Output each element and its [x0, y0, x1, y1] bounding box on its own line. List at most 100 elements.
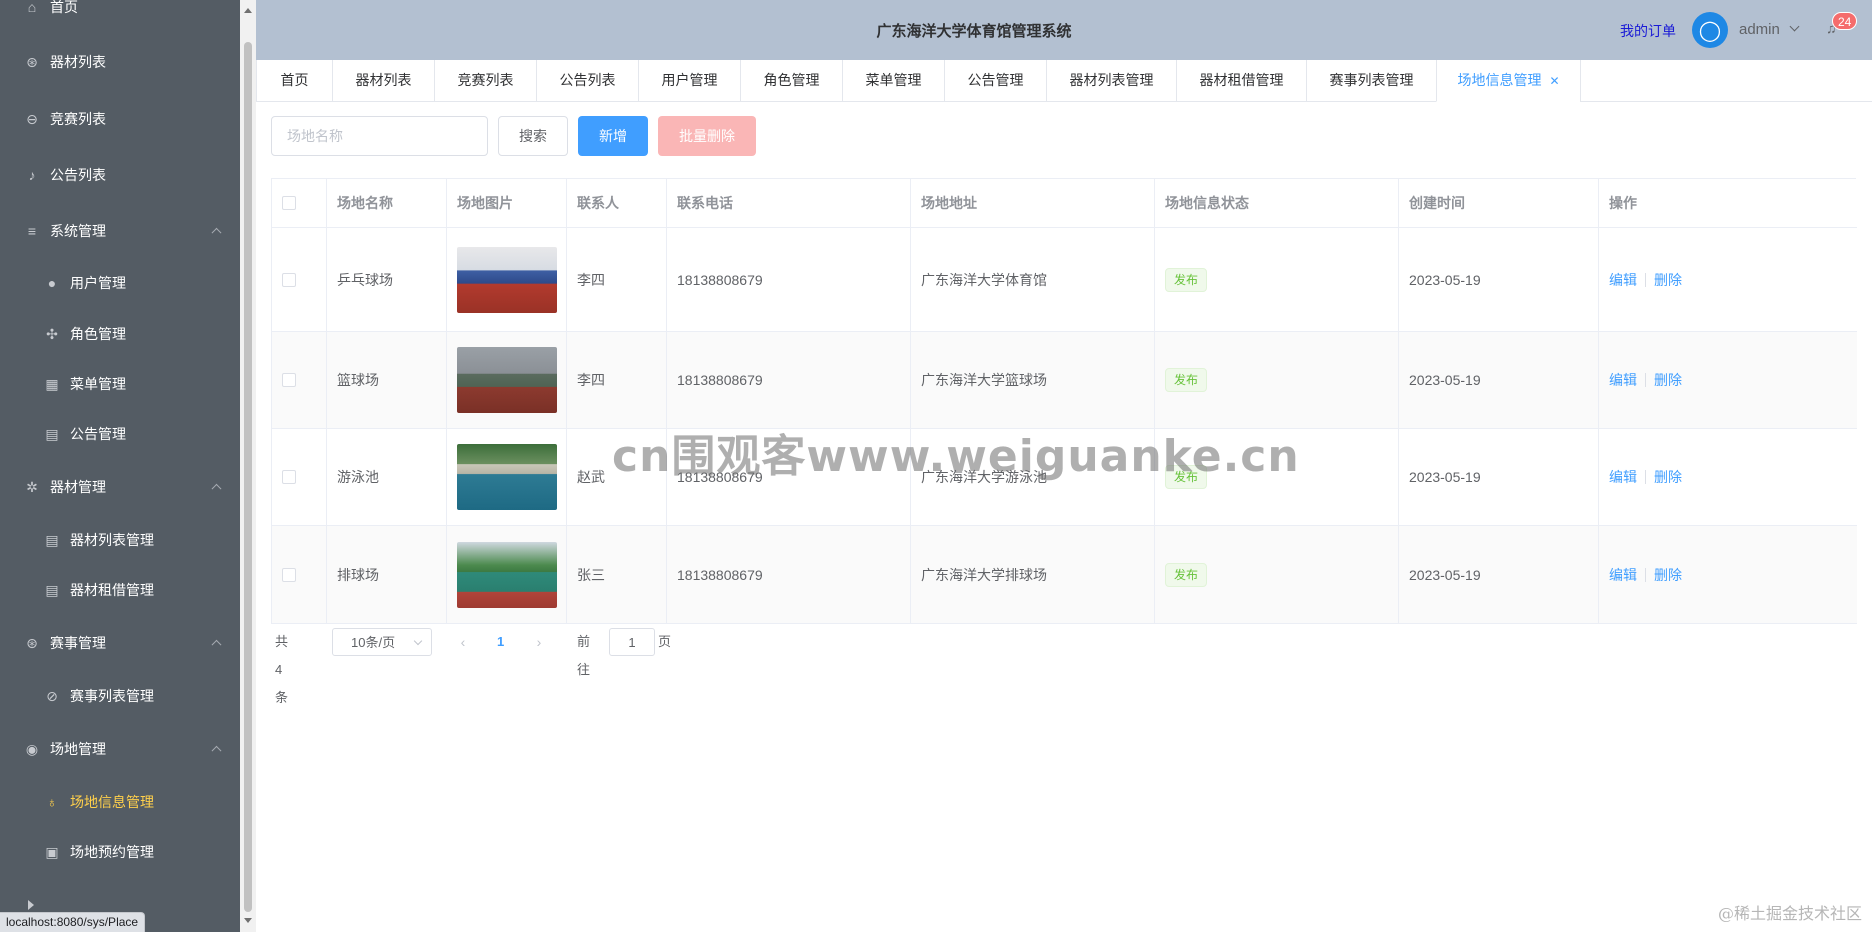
row-checkbox[interactable] [282, 470, 296, 484]
sidebar-scrollbar[interactable] [240, 0, 256, 932]
my-orders-link[interactable]: 我的订单 [1620, 21, 1676, 41]
actions-cell: 编辑 删除 [1599, 526, 1857, 623]
prev-page-button[interactable]: ‹ [453, 628, 473, 656]
sidebar-item-label: 系统管理 [50, 223, 106, 239]
venue-name: 游泳池 [327, 429, 447, 525]
football-icon: ⊖ [26, 110, 38, 127]
football-icon: ⊘ [46, 687, 58, 704]
delete-link[interactable]: 删除 [1654, 467, 1682, 487]
column-header[interactable]: 场地名称 [327, 179, 447, 227]
sidebar-item-venue-info[interactable]: ♁ 场地信息管理 [0, 777, 240, 827]
tab-notice-list[interactable]: 公告列表 [536, 60, 638, 101]
scroll-up-icon[interactable] [244, 8, 252, 13]
sidebar-group-equipment[interactable]: ✲ 器材管理 [0, 462, 240, 512]
sidebar-item-label: 器材列表管理 [70, 532, 154, 548]
sidebar-item-label: 竞赛列表 [50, 111, 106, 127]
column-header[interactable]: 创建时间 [1399, 179, 1599, 227]
venue-address: 广东海洋大学篮球场 [911, 332, 1155, 428]
sidebar-group-venue[interactable]: ◉ 场地管理 [0, 724, 240, 774]
venue-image[interactable] [457, 347, 557, 413]
sidebar-item-equipment-admin[interactable]: ▤ 器材列表管理 [0, 515, 240, 565]
sidebar-group-system[interactable]: ≡ 系统管理 [0, 206, 240, 256]
tab-home[interactable]: 首页 [256, 60, 332, 101]
venue-address: 广东海洋大学体育馆 [911, 228, 1155, 331]
contact-person: 张三 [567, 526, 667, 623]
tab-users[interactable]: 用户管理 [638, 60, 740, 101]
sidebar-item-notice-list[interactable]: ♪ 公告列表 [0, 150, 240, 200]
sidebar-item-label: 器材管理 [50, 479, 106, 495]
table-row[interactable]: 篮球场 李四 18138808679 广东海洋大学篮球场 发布 2023-05-… [272, 332, 1857, 429]
document-icon: ▤ [45, 425, 59, 442]
scrollbar-thumb[interactable] [244, 42, 252, 912]
column-header[interactable]: 操作 [1599, 179, 1857, 227]
venue-image[interactable] [457, 444, 557, 510]
next-page-button[interactable]: › [529, 628, 549, 656]
row-checkbox[interactable] [282, 567, 296, 582]
tab-equipment-list[interactable]: 器材列表 [332, 60, 434, 101]
delete-link[interactable]: 删除 [1654, 270, 1682, 290]
sidebar-item-equipment-list[interactable]: ⊛ 器材列表 [0, 37, 240, 87]
tab-venue-info[interactable]: 场地信息管理 ✕ [1436, 60, 1580, 102]
column-header[interactable]: 联系电话 [667, 179, 911, 227]
select-all-checkbox[interactable] [282, 196, 296, 210]
venue-image[interactable] [457, 541, 557, 608]
goto-page-input[interactable]: 1 [609, 628, 655, 656]
add-button[interactable]: 新增 [578, 116, 648, 156]
batch-delete-button[interactable]: 批量删除 [658, 116, 756, 156]
delete-link[interactable]: 删除 [1654, 565, 1682, 585]
sidebar-item-event-admin[interactable]: ⊘ 赛事列表管理 [0, 671, 240, 721]
venue-image-cell [447, 526, 567, 623]
sidebar-item-competition-list[interactable]: ⊖ 竞赛列表 [0, 94, 240, 144]
edit-link[interactable]: 编辑 [1609, 565, 1637, 585]
search-button[interactable]: 搜索 [498, 116, 568, 156]
edit-link[interactable]: 编辑 [1609, 467, 1637, 487]
venue-name-search-input[interactable] [271, 116, 488, 156]
delete-link[interactable]: 删除 [1654, 370, 1682, 390]
tab-menus[interactable]: 菜单管理 [842, 60, 944, 101]
tab-notice-admin[interactable]: 公告管理 [944, 60, 1046, 101]
column-header[interactable]: 联系人 [567, 179, 667, 227]
tab-competition-list[interactable]: 竞赛列表 [434, 60, 536, 101]
tab-roles[interactable]: 角色管理 [740, 60, 842, 101]
sidebar: ⌂ 首页 ⊛ 器材列表 ⊖ 竞赛列表 ♪ 公告列表 ≡ 系统管理 ● 用户管理 … [0, 0, 240, 932]
row-checkbox[interactable] [282, 272, 296, 287]
sidebar-item-home[interactable]: ⌂ 首页 [0, 0, 240, 32]
table-row[interactable]: 排球场 张三 18138808679 广东海洋大学排球场 发布 2023-05-… [272, 526, 1857, 624]
close-icon[interactable]: ✕ [1549, 74, 1559, 88]
tab-equipment-admin[interactable]: 器材列表管理 [1046, 60, 1176, 101]
collapse-arrow-icon[interactable] [28, 900, 34, 910]
chevron-up-icon [211, 639, 222, 650]
basketball-icon: ⊛ [26, 53, 38, 70]
page-size-value: 10条/页 [351, 635, 396, 650]
sidebar-item-users[interactable]: ● 用户管理 [0, 258, 240, 308]
edit-link[interactable]: 编辑 [1609, 370, 1637, 390]
chevron-up-icon [211, 483, 222, 494]
tab-event-admin[interactable]: 赛事列表管理 [1306, 60, 1436, 101]
venue-image[interactable] [457, 246, 557, 313]
sidebar-group-events[interactable]: ⊛ 赛事管理 [0, 618, 240, 668]
user-icon: ● [47, 275, 57, 291]
sidebar-item-notice-admin[interactable]: ▤ 公告管理 [0, 409, 240, 459]
chevron-down-icon[interactable] [1789, 21, 1800, 32]
username[interactable]: admin [1739, 21, 1780, 38]
avatar[interactable]: ◯ [1692, 12, 1728, 48]
sidebar-item-equipment-rental[interactable]: ▤ 器材租借管理 [0, 565, 240, 615]
sidebar-item-menus[interactable]: ▦ 菜单管理 [0, 359, 240, 409]
status-badge: 发布 [1165, 267, 1208, 292]
scroll-down-icon[interactable] [244, 918, 252, 923]
page-number[interactable]: 1 [497, 628, 504, 656]
column-header[interactable]: 场地图片 [447, 179, 567, 227]
actions-cell: 编辑 删除 [1599, 429, 1857, 525]
page-size-select[interactable]: 10条/页 [332, 628, 432, 656]
tab-label: 场地信息管理 [1457, 72, 1542, 88]
sidebar-item-venue-booking[interactable]: ▣ 场地预约管理 [0, 827, 240, 877]
contact-phone: 18138808679 [667, 228, 911, 331]
contact-phone: 18138808679 [667, 526, 911, 623]
row-checkbox[interactable] [282, 373, 296, 387]
table-row[interactable]: 乒乓球场 李四 18138808679 广东海洋大学体育馆 发布 2023-05… [272, 228, 1857, 332]
column-header[interactable]: 场地信息状态 [1155, 179, 1399, 227]
sidebar-item-roles[interactable]: ✣ 角色管理 [0, 309, 240, 359]
tab-equipment-rental[interactable]: 器材租借管理 [1176, 60, 1306, 101]
edit-link[interactable]: 编辑 [1609, 270, 1637, 290]
column-header[interactable]: 场地地址 [911, 179, 1155, 227]
